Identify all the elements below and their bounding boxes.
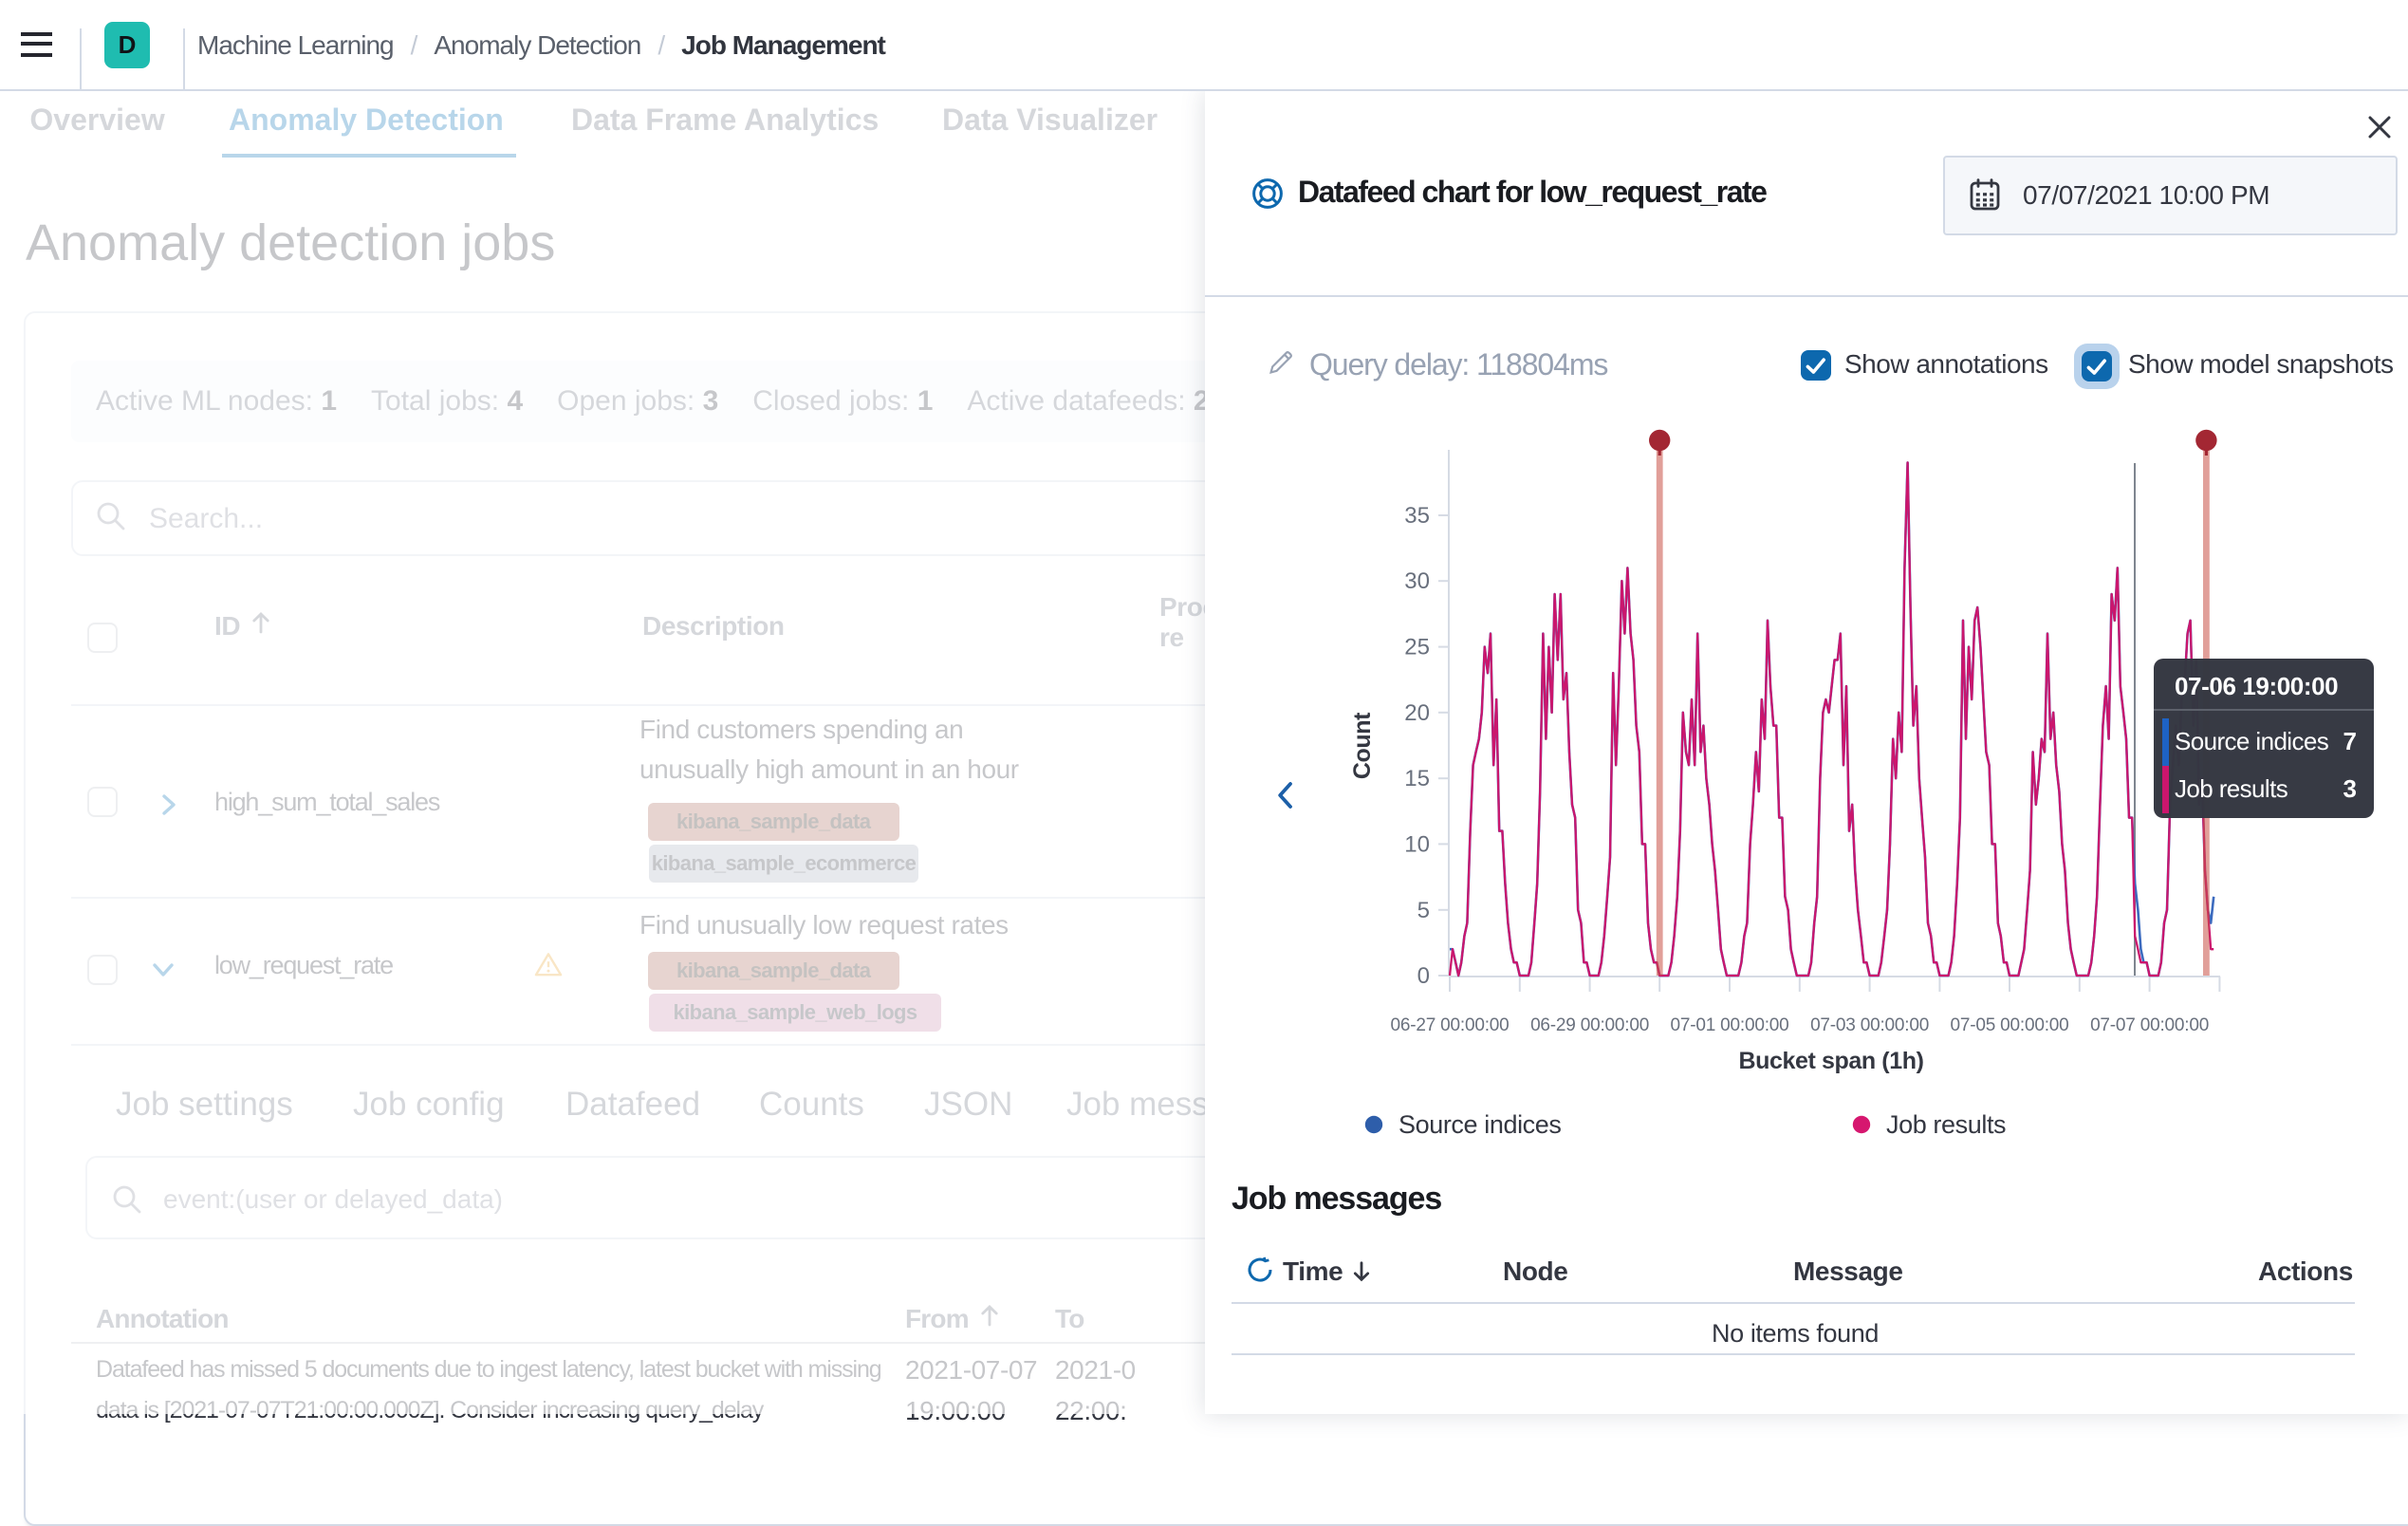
svg-text:06-27 00:00:00: 06-27 00:00:00: [1390, 1015, 1509, 1035]
svg-text:07-03 00:00:00: 07-03 00:00:00: [1810, 1015, 1929, 1035]
svg-text:5: 5: [1417, 898, 1430, 923]
svg-text:07-07 00:00:00: 07-07 00:00:00: [2090, 1015, 2209, 1035]
svg-text:10: 10: [1404, 831, 1430, 857]
svg-text:15: 15: [1404, 766, 1430, 791]
svg-text:07-01 00:00:00: 07-01 00:00:00: [1670, 1015, 1788, 1035]
svg-text:Source indices: Source indices: [1398, 1110, 1562, 1139]
svg-text:Bucket span (1h): Bucket span (1h): [1738, 1048, 1923, 1074]
svg-text:Job results: Job results: [1886, 1110, 2006, 1139]
svg-text:06-29 00:00:00: 06-29 00:00:00: [1530, 1015, 1649, 1035]
svg-text:30: 30: [1404, 568, 1430, 594]
svg-text:25: 25: [1404, 635, 1430, 661]
svg-text:Count: Count: [1349, 712, 1376, 779]
svg-text:35: 35: [1404, 503, 1430, 529]
svg-text:0: 0: [1417, 963, 1430, 989]
svg-text:20: 20: [1404, 700, 1430, 726]
svg-text:07-05 00:00:00: 07-05 00:00:00: [1950, 1015, 2068, 1035]
